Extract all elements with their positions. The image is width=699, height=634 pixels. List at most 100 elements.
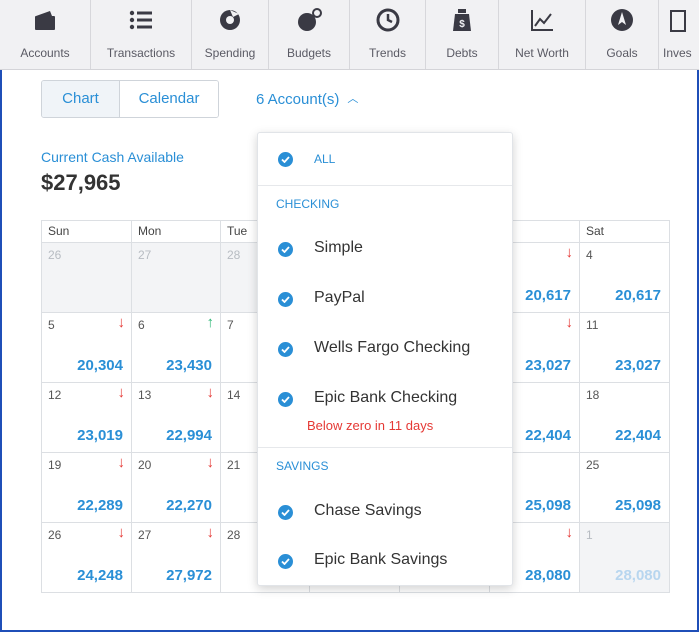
- nav-item-debts[interactable]: $ Debts: [426, 0, 499, 69]
- balance-amount: 25,098: [525, 497, 571, 514]
- nav-item-investments[interactable]: Inves: [659, 0, 699, 69]
- account-label: Epic Bank Checking: [314, 389, 458, 406]
- nav-label: Inves: [663, 46, 692, 60]
- day-number: 19: [48, 458, 62, 472]
- line-chart-icon: [531, 10, 553, 31]
- calendar-day-cell[interactable]: 27: [132, 243, 221, 313]
- day-number: 13: [138, 388, 152, 402]
- nav-item-trends[interactable]: Trends: [350, 0, 426, 69]
- checkmark-icon: [278, 342, 293, 357]
- calendar-day-cell[interactable]: 25 25,098: [580, 453, 670, 523]
- checking-section-header: CHECKING: [276, 197, 340, 211]
- calendar-day-cell[interactable]: 11 23,027: [580, 313, 670, 383]
- day-number: 21: [227, 458, 241, 472]
- day-number: 18: [586, 388, 600, 402]
- calendar-day-cell[interactable]: 1 28,080: [580, 523, 670, 593]
- balance-amount: 20,617: [615, 287, 661, 304]
- wallet-icon: [35, 11, 55, 30]
- dropdown-item-epic-bank-checking[interactable]: Epic Bank Checking Below zero in 11 days: [258, 383, 512, 437]
- balance-amount: 27,972: [166, 567, 212, 584]
- day-number: 25: [586, 458, 600, 472]
- nav-item-spending[interactable]: Spending: [192, 0, 269, 69]
- accounts-trigger-label: 6 Account(s): [256, 91, 340, 108]
- arrow-down-icon: ↓: [565, 314, 574, 331]
- chart-view-button[interactable]: Chart: [42, 81, 120, 117]
- divider: [258, 447, 512, 448]
- chevron-up-icon: ︿: [347, 93, 359, 105]
- checkmark-icon: [278, 242, 293, 257]
- nav-item-accounts[interactable]: Accounts: [0, 0, 91, 69]
- nav-label: Accounts: [20, 46, 70, 60]
- calendar-day-cell[interactable]: 18 22,404: [580, 383, 670, 453]
- checkmark-icon: [278, 292, 293, 307]
- balance-amount: 22,270: [166, 497, 212, 514]
- arrow-down-icon: ↓: [117, 454, 126, 471]
- calendar-day-cell[interactable]: 4 20,617: [580, 243, 670, 313]
- account-label: Wells Fargo Checking: [314, 339, 471, 356]
- nav-item-transactions[interactable]: Transactions: [91, 0, 192, 69]
- investments-icon: [670, 10, 686, 32]
- accounts-dropdown-trigger[interactable]: 6 Account(s) ︿: [256, 90, 358, 108]
- day-number: 7: [227, 318, 234, 332]
- balance-amount: 25,098: [615, 497, 661, 514]
- nav-label: Spending: [204, 46, 256, 60]
- checkmark-icon: [278, 554, 293, 569]
- nav-label: Budgets: [286, 46, 332, 60]
- arrow-down-icon: ↓: [206, 454, 215, 471]
- balance-amount: 23,430: [166, 357, 212, 374]
- balance-amount: 22,994: [166, 427, 212, 444]
- balance-amount: 23,027: [615, 357, 661, 374]
- day-number: 6: [138, 318, 145, 332]
- calendar-day-cell[interactable]: 27 ↓ 27,972: [132, 523, 221, 593]
- balance-amount: 23,019: [77, 427, 123, 444]
- day-number: 26: [48, 248, 62, 262]
- checkmark-icon: [278, 392, 293, 407]
- calendar-view-button[interactable]: Calendar: [120, 81, 218, 117]
- nav-label: Trends: [369, 46, 406, 60]
- day-number: 20: [138, 458, 152, 472]
- calendar-day-cell[interactable]: 13 ↓ 22,994: [132, 383, 221, 453]
- nav-item-goals[interactable]: Goals: [586, 0, 659, 69]
- nav-item-net-worth[interactable]: Net Worth: [499, 0, 586, 69]
- dropdown-item-chase-savings[interactable]: Chase Savings: [258, 496, 512, 530]
- calendar-day-cell[interactable]: 26 ↓ 24,248: [42, 523, 132, 593]
- calendar-day-cell[interactable]: 5 ↓ 20,304: [42, 313, 132, 383]
- dropdown-item-wells-fargo-checking[interactable]: Wells Fargo Checking: [258, 333, 512, 367]
- calendar-day-cell[interactable]: 19 ↓ 22,289: [42, 453, 132, 523]
- arrow-down-icon: ↓: [206, 384, 215, 401]
- arrow-down-icon: ↓: [117, 384, 126, 401]
- nav-label: Transactions: [106, 46, 176, 60]
- nav-item-budgets[interactable]: Budgets: [269, 0, 350, 69]
- top-nav: Accounts Transactions Spending Budgets T…: [0, 0, 699, 70]
- arrow-down-icon: ↓: [565, 524, 574, 541]
- balance-amount: 22,289: [77, 497, 123, 514]
- balance-amount: 28,080: [525, 567, 571, 584]
- dropdown-item-simple[interactable]: Simple: [258, 233, 512, 267]
- savings-section-header: SAVINGS: [276, 459, 329, 473]
- day-number: 5: [48, 318, 55, 332]
- calendar-day-cell[interactable]: 6 ↑ 23,430: [132, 313, 221, 383]
- arrow-down-icon: ↓: [206, 524, 215, 541]
- budget-icon: [298, 8, 322, 31]
- calendar-day-cell[interactable]: 20 ↓ 22,270: [132, 453, 221, 523]
- dropdown-item-epic-bank-savings[interactable]: Epic Bank Savings: [258, 545, 512, 579]
- calendar-day-cell[interactable]: 12 ↓ 23,019: [42, 383, 132, 453]
- calendar-day-cell[interactable]: 26: [42, 243, 132, 313]
- day-number: 27: [138, 528, 152, 542]
- balance-amount: 20,617: [525, 287, 571, 304]
- pie-chart-icon: [220, 10, 240, 30]
- day-number: 11: [586, 318, 599, 332]
- day-number: 1: [586, 528, 593, 542]
- day-number: 14: [227, 388, 241, 402]
- dropdown-item-paypal[interactable]: PayPal: [258, 283, 512, 317]
- dropdown-all-label: ALL: [314, 152, 336, 166]
- accounts-dropdown: ALL CHECKING Simple PayPal Wells Fargo C…: [257, 132, 513, 586]
- day-header: Sun: [42, 221, 132, 243]
- account-label: Chase Savings: [314, 502, 422, 519]
- nav-label: Goals: [606, 46, 638, 60]
- balance-amount: 23,027: [525, 357, 571, 374]
- arrow-down-icon: ↓: [117, 524, 126, 541]
- account-label: PayPal: [314, 289, 365, 306]
- day-header: Sat: [580, 221, 670, 243]
- dropdown-item-all[interactable]: ALL: [258, 141, 512, 177]
